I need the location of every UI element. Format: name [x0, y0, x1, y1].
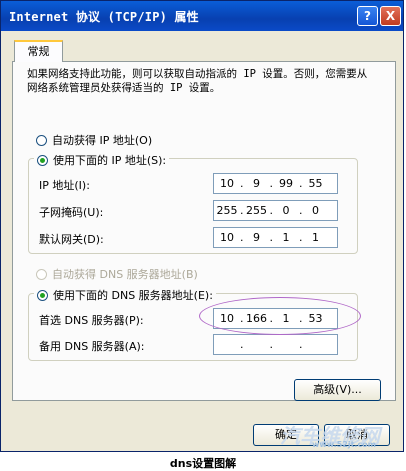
help-icon[interactable]: ?: [357, 6, 378, 26]
subnet-mask-field[interactable]: 255. 255. 0. 0: [213, 200, 338, 221]
auto-dns-radio[interactable]: [36, 268, 47, 280]
ip-address-field[interactable]: 10. 9. 99. 55: [213, 173, 338, 194]
intro-text: 如果网络支持此功能，则可以获取自动指派的 IP 设置。否则，您需要从网络系统管理…: [27, 68, 368, 94]
manual-dns-label: 使用下面的 DNS 服务器地址(E):: [53, 289, 213, 302]
auto-ip-label: 自动获得 IP 地址(O): [52, 134, 153, 147]
default-gateway-field[interactable]: 10. 9. 1. 1: [213, 227, 338, 248]
manual-ip-option[interactable]: 使用下面的 IP 地址(S):: [34, 152, 170, 168]
preferred-dns-highlight-ellipse: [199, 297, 361, 335]
tcpip-properties-dialog: Internet 协议 (TCP/IP) 属性 ? X 常规 如果网络支持此功能…: [0, 0, 404, 452]
preferred-dns-label: 首选 DNS 服务器(P):: [39, 314, 144, 327]
ip-address-label: IP 地址(I):: [39, 179, 90, 192]
title-bar[interactable]: Internet 协议 (TCP/IP) 属性 ? X: [1, 1, 403, 31]
default-gateway-label: 默认网关(D):: [39, 233, 104, 246]
manual-ip-label: 使用下面的 IP 地址(S):: [53, 154, 167, 167]
close-icon[interactable]: X: [380, 6, 401, 26]
subnet-mask-label: 子网掩码(U):: [39, 206, 104, 219]
tab-general[interactable]: 常规: [14, 40, 63, 62]
manual-ip-radio[interactable]: [37, 154, 48, 166]
image-caption: dns设置图解: [169, 457, 237, 470]
advanced-button[interactable]: 高级(V)...: [294, 379, 381, 401]
window-title: Internet 协议 (TCP/IP) 属性: [9, 10, 199, 24]
manual-dns-option[interactable]: 使用下面的 DNS 服务器地址(E):: [34, 287, 216, 303]
auto-dns-label: 自动获得 DNS 服务器地址(B): [52, 268, 198, 281]
watermark-url: www.52jt.com: [312, 440, 377, 449]
auto-ip-radio[interactable]: [36, 134, 47, 146]
auto-ip-option[interactable]: 自动获得 IP 地址(O): [36, 132, 152, 148]
alternate-dns-field[interactable]: . . .: [213, 334, 338, 355]
auto-dns-option[interactable]: 自动获得 DNS 服务器地址(B): [36, 266, 198, 282]
alternate-dns-label: 备用 DNS 服务器(A):: [39, 340, 145, 353]
manual-dns-radio[interactable]: [37, 289, 48, 301]
